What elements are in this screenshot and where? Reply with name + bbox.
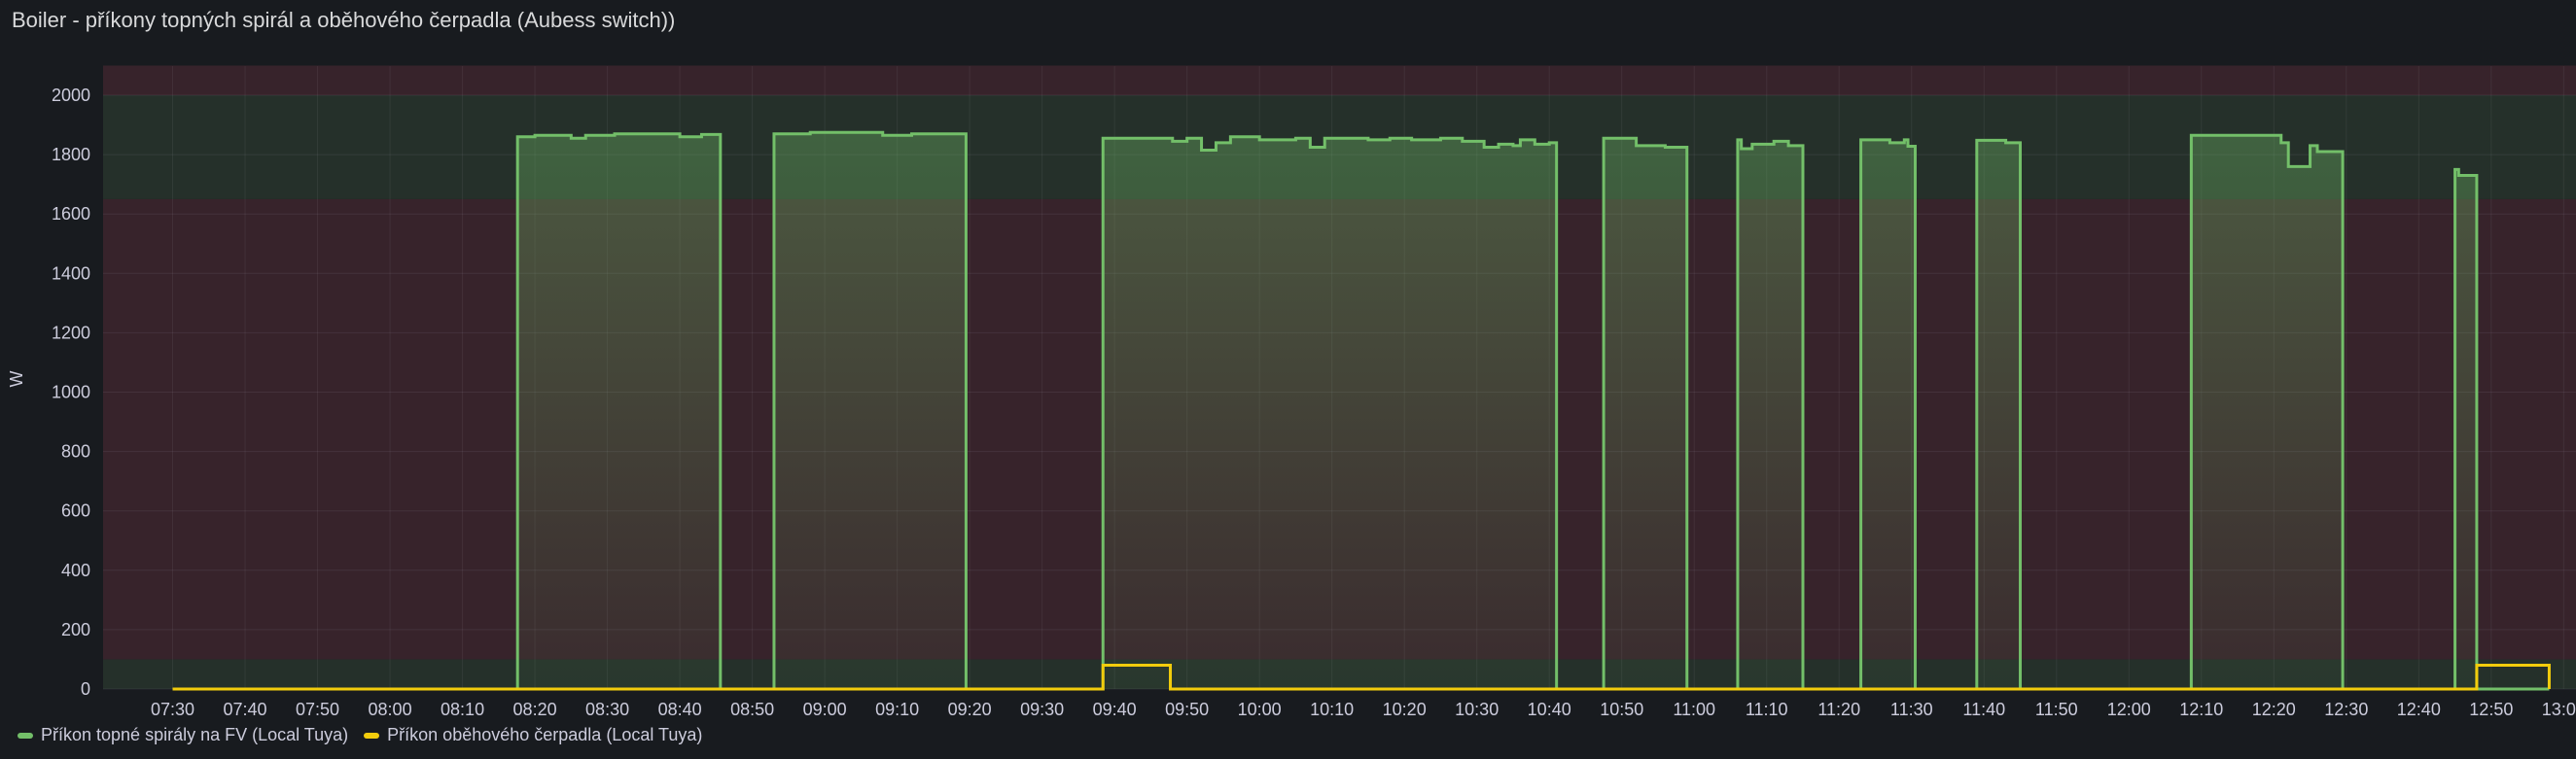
y-tick-label: 1400 [52, 263, 90, 283]
x-tick-label: 10:00 [1238, 700, 1282, 719]
x-tick-label: 11:00 [1673, 700, 1715, 719]
y-tick-label: 800 [61, 442, 90, 462]
x-tick-label: 09:20 [948, 700, 992, 719]
x-tick-label: 11:40 [1962, 700, 2005, 719]
x-tick-label: 11:10 [1746, 700, 1788, 719]
y-axis-label: W [7, 371, 26, 388]
y-tick-label: 2000 [52, 86, 90, 105]
x-tick-label: 08:00 [369, 700, 412, 719]
x-tick-label: 07:40 [224, 700, 267, 719]
legend-label: Příkon oběhového čerpadla (Local Tuya) [387, 725, 703, 744]
x-tick-label: 07:50 [296, 700, 339, 719]
y-tick-label: 1200 [52, 323, 90, 342]
x-tick-label: 07:30 [151, 700, 194, 719]
x-tick-label: 12:50 [2469, 700, 2513, 719]
legend: Příkon topné spirály na FV (Local Tuya) … [18, 725, 702, 745]
x-tick-label: 12:20 [2252, 700, 2296, 719]
x-tick-label: 12:10 [2179, 700, 2223, 719]
legend-swatch-green [18, 732, 33, 739]
y-tick-label: 200 [61, 620, 90, 639]
y-tick-label: 600 [61, 501, 90, 521]
x-tick-label: 09:30 [1020, 700, 1064, 719]
x-tick-label: 08:50 [730, 700, 774, 719]
x-tick-label: 08:40 [658, 700, 702, 719]
x-tick-label: 09:10 [875, 700, 919, 719]
x-tick-label: 12:30 [2324, 700, 2368, 719]
y-tick-label: 1800 [52, 145, 90, 164]
legend-swatch-yellow [364, 732, 380, 739]
legend-item-pump[interactable]: Příkon oběhového čerpadla (Local Tuya) [364, 725, 702, 745]
x-tick-label: 13:00 [2542, 700, 2576, 719]
legend-item-heater[interactable]: Příkon topné spirály na FV (Local Tuya) [18, 725, 348, 745]
x-tick-label: 10:20 [1383, 700, 1427, 719]
x-tick-label: 11:50 [2035, 700, 2078, 719]
x-tick-label: 10:50 [1600, 700, 1643, 719]
x-tick-label: 08:10 [441, 700, 484, 719]
x-tick-label: 10:10 [1310, 700, 1354, 719]
x-tick-label: 12:40 [2397, 700, 2441, 719]
x-tick-label: 09:00 [803, 700, 847, 719]
threshold-band [103, 65, 2576, 95]
x-tick-label: 10:40 [1528, 700, 1571, 719]
x-tick-label: 09:50 [1165, 700, 1209, 719]
x-tick-label: 09:40 [1093, 700, 1137, 719]
chart-area: 0 200 400 600 800 1000 1200 1400 1600 1800 2000 07… [7, 65, 2576, 719]
x-tick-label: 10:30 [1455, 700, 1499, 719]
x-tick-label: 11:30 [1890, 700, 1933, 719]
y-tick-label: 0 [81, 679, 90, 699]
x-tick-label: 08:20 [513, 700, 557, 719]
y-tick-label: 1000 [52, 383, 90, 402]
x-tick-label: 12:00 [2107, 700, 2151, 719]
y-tick-label: 1600 [52, 204, 90, 224]
x-tick-label: 08:30 [585, 700, 629, 719]
x-tick-label: 11:20 [1817, 700, 1860, 719]
y-tick-label: 400 [61, 561, 90, 580]
legend-label: Příkon topné spirály na FV (Local Tuya) [41, 725, 349, 744]
